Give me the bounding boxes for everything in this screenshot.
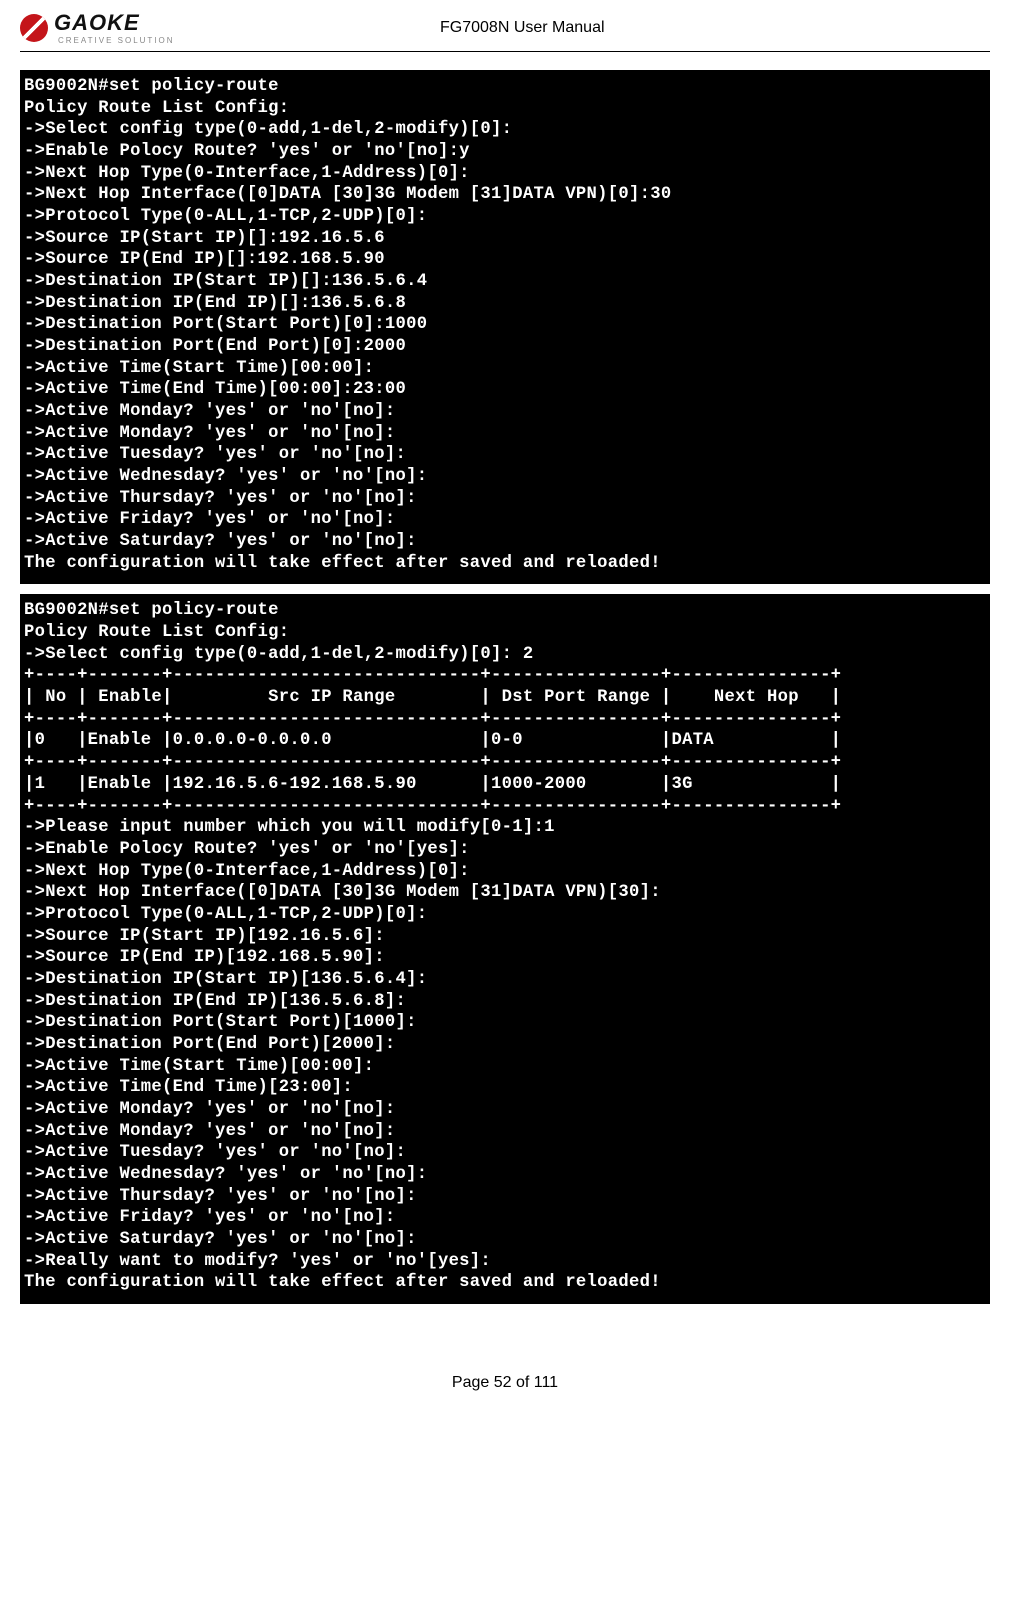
terminal-screenshot-2: BG9002N#set policy-route Policy Route Li… (20, 594, 990, 1304)
logo-icon (20, 14, 48, 42)
brand-tagline: CREATIVE SOLUTION (58, 36, 175, 45)
brand-name: GAOKE (54, 10, 140, 35)
page-header: GAOKE CREATIVE SOLUTION FG7008N User Man… (20, 10, 990, 52)
document-title: FG7008N User Manual (175, 19, 990, 37)
terminal-screenshot-1: BG9002N#set policy-route Policy Route Li… (20, 70, 990, 584)
page-footer: Page 52 of 111 (20, 1374, 990, 1392)
brand-logo: GAOKE CREATIVE SOLUTION (20, 10, 175, 45)
